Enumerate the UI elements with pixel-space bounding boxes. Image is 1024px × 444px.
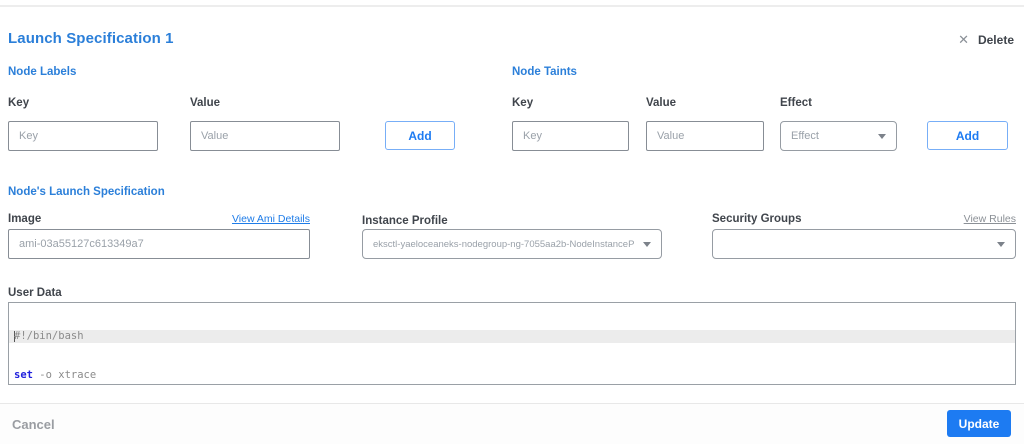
node-taints-effect-label: Effect — [780, 97, 812, 109]
page-title: Launch Specification 1 — [8, 30, 174, 47]
code-line: #!/bin/bash — [9, 330, 1015, 343]
chevron-down-icon — [878, 133, 886, 139]
security-groups-label: Security Groups — [712, 213, 802, 225]
user-data-label: User Data — [8, 287, 62, 299]
top-divider — [0, 5, 1024, 7]
code-line: set -o xtrace — [14, 369, 97, 381]
image-label: Image — [8, 213, 42, 225]
node-taints-add-button[interactable]: Add — [927, 121, 1008, 150]
delete-button-label: Delete — [977, 33, 1014, 47]
node-taints-heading: Node Taints — [512, 66, 577, 78]
close-icon: ✕ — [958, 32, 969, 47]
security-groups-select[interactable] — [712, 229, 1016, 259]
view-ami-details-link[interactable]: View Ami Details — [232, 213, 310, 225]
launch-specification-panel: Launch Specification 1 ✕ Delete Node Lab… — [0, 0, 1024, 444]
node-taints-key-label: Key — [512, 97, 534, 109]
cancel-button[interactable]: Cancel — [12, 417, 55, 432]
launch-spec-heading: Node's Launch Specification — [8, 186, 165, 198]
node-taints-value-input[interactable] — [646, 121, 764, 151]
instance-profile-value: eksctl-yaeloceaneks-nodegroup-ng-7055aa2… — [373, 238, 635, 250]
effect-select-placeholder: Effect — [791, 130, 819, 142]
node-taints-key-input[interactable] — [512, 121, 629, 151]
add-button-label: Add — [408, 128, 432, 143]
node-labels-key-input[interactable] — [8, 121, 158, 151]
node-labels-key-label: Key — [8, 97, 30, 109]
node-labels-value-input[interactable] — [190, 121, 340, 151]
node-labels-value-label: Value — [190, 97, 221, 109]
footer-bar — [0, 403, 1024, 444]
add-button-label: Add — [955, 128, 980, 143]
image-input[interactable] — [8, 229, 310, 259]
update-button[interactable]: Update — [947, 410, 1011, 437]
node-labels-heading: Node Labels — [8, 66, 77, 78]
node-labels-add-button[interactable]: Add — [385, 121, 455, 150]
node-taints-value-label: Value — [646, 97, 677, 109]
delete-button[interactable]: ✕ Delete — [958, 32, 1014, 48]
instance-profile-select[interactable]: eksctl-yaeloceaneks-nodegroup-ng-7055aa2… — [362, 229, 662, 259]
update-button-label: Update — [958, 416, 1000, 431]
instance-profile-label: Instance Profile — [362, 215, 448, 227]
chevron-down-icon — [997, 241, 1005, 247]
user-data-code-editor[interactable]: #!/bin/bash set -o xtrace /etc/eks/boots… — [8, 302, 1016, 385]
view-rules-link[interactable]: View Rules — [964, 213, 1016, 225]
chevron-down-icon — [643, 241, 651, 247]
node-taints-effect-select[interactable]: Effect — [780, 121, 897, 151]
